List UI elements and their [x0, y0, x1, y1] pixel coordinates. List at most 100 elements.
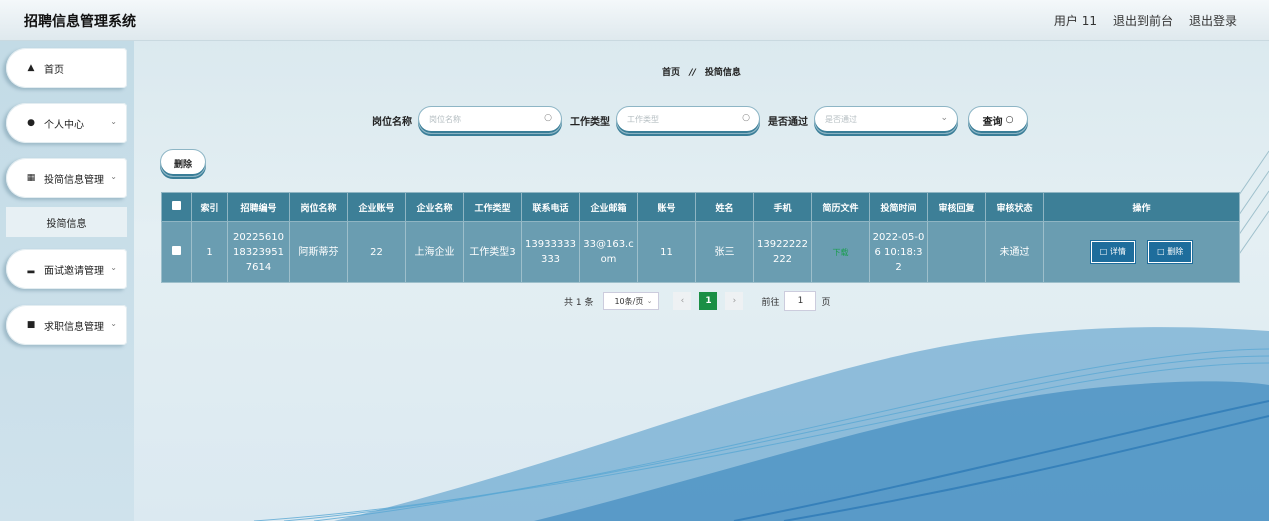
top-bar: 招聘信息管理系统 用户 11 退出到前台 退出登录 — [0, 0, 1269, 41]
cell-company-name: 上海企业 — [405, 221, 464, 283]
job-name-input[interactable]: 岗位名称 ○ — [418, 106, 562, 134]
col-header-account: 账号 — [637, 192, 696, 222]
sidebar-item-personal-center[interactable]: ● 个人中心 ⌄ — [6, 103, 127, 143]
chevron-left-icon: ‹ — [680, 296, 685, 306]
cell-index: 1 — [191, 221, 228, 283]
resume-download-link[interactable]: 下载 — [833, 248, 849, 257]
col-header-index: 索引 — [191, 192, 228, 222]
breadcrumb-current: 投简信息 — [704, 68, 741, 78]
col-header-time: 投简时间 — [869, 192, 928, 222]
sidebar-item-label: 求职信息管理 — [44, 321, 104, 333]
bar-chart-icon: ▂ — [27, 264, 35, 274]
sidebar-item-interview-management[interactable]: ▂ 面试邀请管理 ⌄ — [6, 249, 127, 289]
col-header-status: 审核状态 — [985, 192, 1044, 222]
detail-button[interactable]: □ 详情 — [1090, 241, 1135, 263]
col-header-job-type: 工作类型 — [463, 192, 522, 222]
chevron-right-icon: › — [732, 296, 737, 306]
goto-page-input[interactable]: 1 — [784, 291, 817, 311]
col-header-company-name: 企业名称 — [405, 192, 464, 222]
resume-table: 索引 招聘编号 岗位名称 企业账号 企业名称 工作类型 联系电话 企业邮箱 账号… — [161, 192, 1240, 283]
search-icon: ○ — [742, 113, 750, 123]
goto-label: 前往 — [761, 297, 780, 308]
col-header-job-name: 岗位名称 — [289, 192, 348, 222]
passed-label: 是否通过 — [768, 116, 808, 128]
current-user-link[interactable]: 用户 11 — [1054, 12, 1097, 29]
sidebar-item-label: 个人中心 — [44, 119, 84, 131]
logout-link[interactable]: 退出登录 — [1189, 12, 1237, 29]
page-size-select[interactable]: 10条/页 ⌄ — [603, 292, 660, 310]
col-header-reply: 审核回复 — [927, 192, 986, 222]
cell-account: 11 — [637, 221, 696, 283]
col-header-name: 姓名 — [695, 192, 754, 222]
main-content: 首页 // 投简信息 岗位名称 岗位名称 ○ 工作类型 工作类型 ○ 是否通过 … — [134, 41, 1269, 521]
row-checkbox[interactable] — [161, 221, 192, 283]
back-to-front-link[interactable]: 退出到前台 — [1113, 12, 1173, 29]
prev-page-button[interactable]: ‹ — [673, 292, 692, 310]
detail-label: 详情 — [1109, 247, 1126, 256]
message-icon: ■ — [26, 320, 36, 330]
search-bar: 岗位名称 岗位名称 ○ 工作类型 工作类型 ○ 是否通过 是否通过 ⌄ 查询 ○ — [372, 106, 1028, 134]
job-type-label: 工作类型 — [570, 116, 610, 128]
query-button[interactable]: 查询 ○ — [968, 106, 1028, 134]
page-unit-label: 页 — [821, 297, 831, 308]
col-header-email: 企业邮箱 — [579, 192, 638, 222]
col-header-company-account: 企业账号 — [347, 192, 406, 222]
passed-placeholder: 是否通过 — [825, 115, 857, 124]
sidebar-item-label: 面试邀请管理 — [44, 265, 104, 277]
breadcrumb-home[interactable]: 首页 — [662, 68, 680, 78]
next-page-button[interactable]: › — [725, 292, 744, 310]
row-delete-button[interactable]: □ 删除 — [1148, 241, 1193, 263]
chevron-down-icon: ⌄ — [110, 172, 117, 181]
cell-name: 张三 — [695, 221, 754, 283]
cell-resume: 下载 — [811, 221, 870, 283]
query-label: 查询 — [982, 116, 1003, 128]
col-header-phone: 联系电话 — [521, 192, 580, 222]
cell-phone: 13933333333 — [521, 221, 580, 283]
sidebar-item-label: 投简信息管理 — [44, 174, 104, 186]
cell-email: 33@163.com — [579, 221, 638, 283]
col-header-mobile: 手机 — [753, 192, 812, 222]
job-type-input[interactable]: 工作类型 ○ — [616, 106, 760, 134]
chevron-down-icon: ⌄ — [940, 113, 948, 123]
top-links: 用户 11 退出到前台 退出登录 — [1054, 12, 1237, 29]
trash-icon: □ — [1157, 247, 1165, 256]
passed-select[interactable]: 是否通过 ⌄ — [814, 106, 958, 134]
chevron-down-icon: ⌄ — [110, 263, 117, 272]
cell-time: 2022-05-06 10:18:32 — [869, 221, 928, 283]
pagination: 共 1 条 10条/页 ⌄ ‹ 1 › 前往 1 页 — [564, 291, 830, 311]
cell-job-name: 阿斯蒂芬 — [289, 221, 348, 283]
table-header-row: 索引 招聘编号 岗位名称 企业账号 企业名称 工作类型 联系电话 企业邮箱 账号… — [161, 192, 1240, 222]
table-row: 1 20225610183239517614 阿斯蒂芬 22 上海企业 工作类型… — [161, 221, 1240, 283]
sidebar-item-home[interactable]: ▲ 首页 — [6, 48, 127, 88]
breadcrumb: 首页 // 投简信息 — [134, 65, 1269, 78]
cell-company-account: 22 — [347, 221, 406, 283]
chevron-down-icon: ⌄ — [110, 117, 117, 126]
sidebar-subitem-resume-info[interactable]: 投简信息 — [6, 207, 127, 237]
cell-job-type: 工作类型3 — [463, 221, 522, 283]
sidebar-item-resume-management[interactable]: ▦ 投简信息管理 ⌄ — [6, 158, 127, 198]
home-icon: ▲ — [27, 63, 35, 73]
breadcrumb-separator: // — [689, 68, 696, 78]
batch-delete-button[interactable]: 删除 — [160, 149, 206, 177]
grid-icon: ▦ — [26, 173, 36, 183]
cell-recruit-no: 20225610183239517614 — [227, 221, 290, 283]
cell-reply — [927, 221, 986, 283]
col-header-resume: 简历文件 — [811, 192, 870, 222]
cell-mobile: 13922222222 — [753, 221, 812, 283]
job-name-placeholder: 岗位名称 — [429, 115, 461, 124]
cell-status: 未通过 — [985, 221, 1044, 283]
app-title: 招聘信息管理系统 — [24, 14, 136, 30]
detail-icon: □ — [1099, 247, 1108, 256]
cell-actions: □ 详情 □ 删除 — [1043, 221, 1240, 283]
col-header-actions: 操作 — [1043, 192, 1240, 222]
chevron-down-icon: ⌄ — [646, 297, 653, 305]
job-name-label: 岗位名称 — [372, 116, 412, 128]
page-number-current[interactable]: 1 — [699, 292, 718, 310]
row-delete-label: 删除 — [1167, 247, 1184, 256]
user-icon: ● — [27, 118, 35, 128]
chevron-down-icon: ⌄ — [110, 319, 117, 328]
search-icon: ○ — [1005, 115, 1014, 125]
select-all-checkbox[interactable] — [161, 192, 192, 222]
sidebar-item-job-seeking-management[interactable]: ■ 求职信息管理 ⌄ — [6, 305, 127, 345]
search-icon: ○ — [544, 113, 552, 123]
